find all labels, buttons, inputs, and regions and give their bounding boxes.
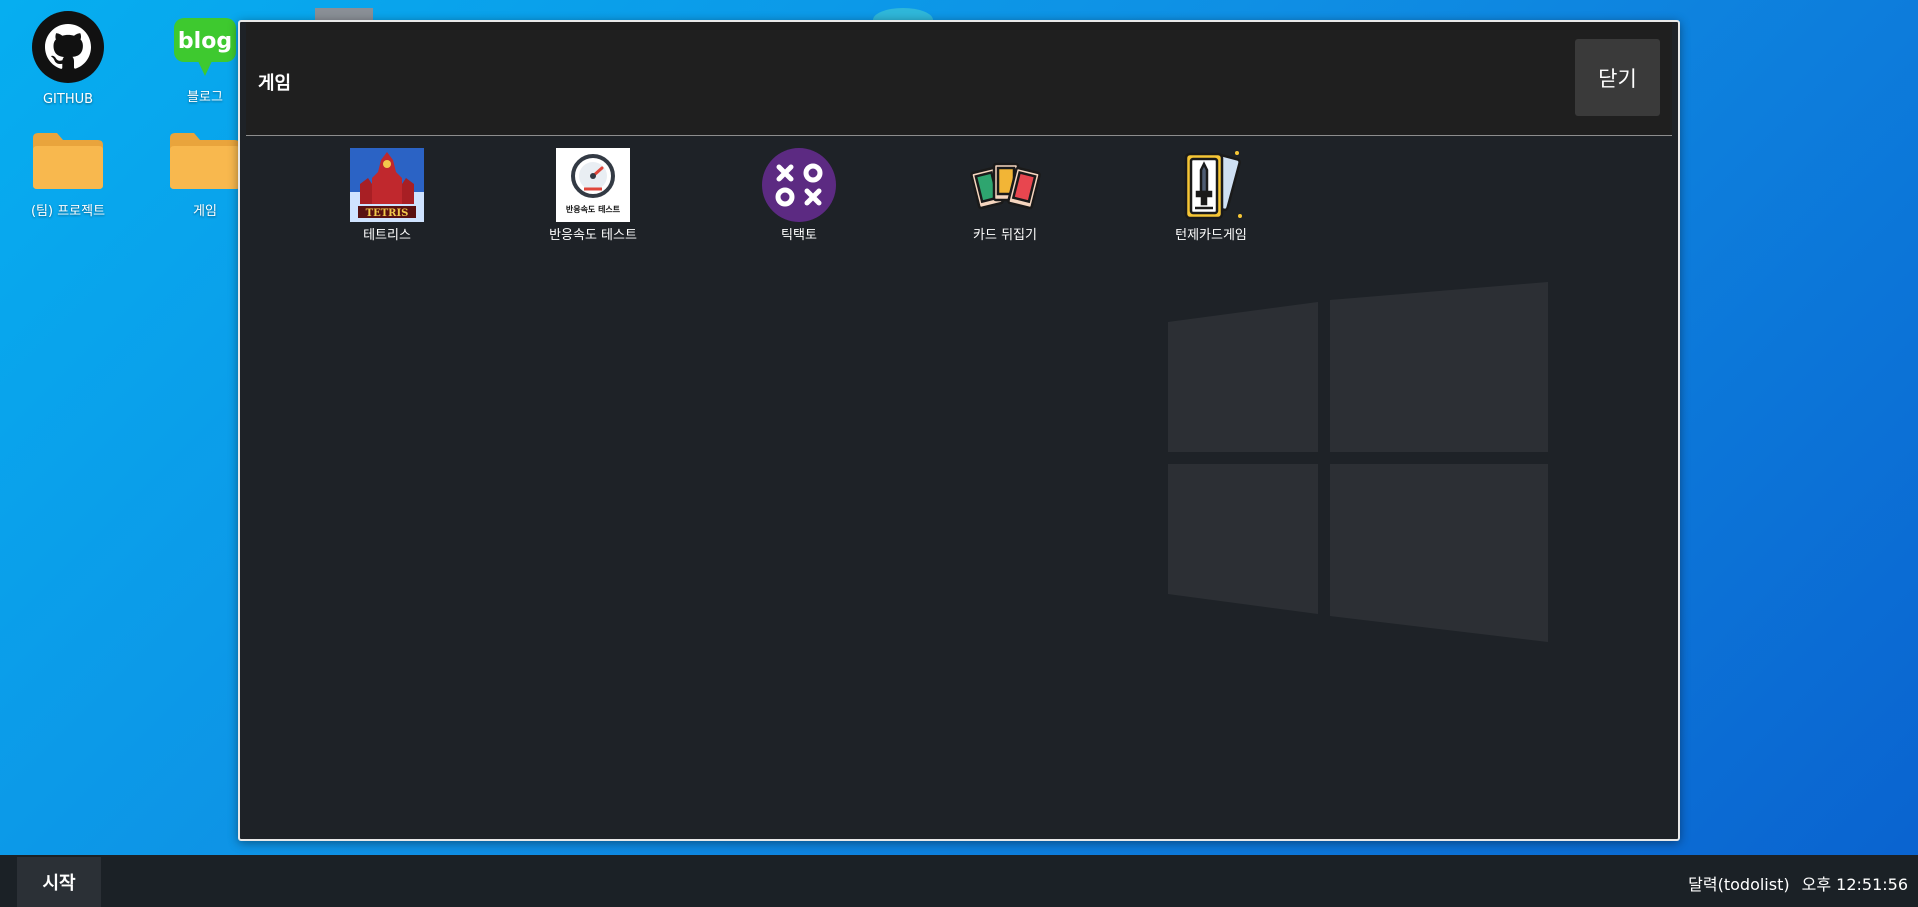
clock: 오후 12:51:56 [1801, 875, 1908, 894]
github-icon [31, 10, 105, 88]
desktop-icon-team-project[interactable]: (팀) 프로젝트 [14, 130, 122, 219]
app-reaction-test[interactable]: 반응속도 테스트 반응속도 테스트 [490, 148, 696, 243]
taskbar: 시작 달력(todolist) 오후 12:51:56 [0, 855, 1918, 907]
window-header: 게임 닫기 [246, 22, 1672, 136]
folder-icon [168, 130, 242, 196]
tetris-icon: TETRIS [350, 148, 424, 222]
desktop-icon-github[interactable]: GITHUB [14, 10, 122, 107]
desktop-icon-label: 게임 [193, 204, 217, 219]
tictactoe-icon [762, 148, 836, 222]
window-title: 게임 [258, 73, 292, 94]
close-button[interactable]: 닫기 [1575, 39, 1660, 116]
sword-card-icon [1174, 148, 1248, 222]
blog-icon: blog [172, 16, 238, 82]
app-label: 카드 뒤집기 [973, 228, 1037, 243]
desktop-icon-label: 블로그 [187, 90, 223, 105]
app-tetris[interactable]: TETRIS 테트리스 [284, 148, 490, 243]
cards-icon [968, 148, 1042, 222]
app-card-flip[interactable]: 카드 뒤집기 [902, 148, 1108, 243]
svg-text:blog: blog [178, 29, 232, 54]
game-window: 게임 닫기 TETRIS 테트리스 반응속도 테스트 반응속도 테스트 틱택토 … [238, 20, 1680, 841]
app-label: 턴제카드게임 [1175, 228, 1247, 243]
app-list: TETRIS 테트리스 반응속도 테스트 반응속도 테스트 틱택토 카드 뒤집기… [240, 136, 1678, 243]
start-button[interactable]: 시작 [17, 857, 101, 907]
app-tictactoe[interactable]: 틱택토 [696, 148, 902, 243]
desktop-icon-label: GITHUB [42, 92, 94, 107]
windows-logo-watermark [1168, 282, 1548, 646]
calendar-todolist-button[interactable]: 달력(todolist) [1688, 871, 1789, 895]
speedometer-icon: 반응속도 테스트 [556, 148, 630, 222]
svg-text:반응속도 테스트: 반응속도 테스트 [566, 204, 621, 214]
app-label: 틱택토 [781, 228, 817, 243]
system-tray: 달력(todolist) 오후 12:51:56 [1688, 871, 1908, 895]
app-label: 반응속도 테스트 [549, 228, 637, 243]
app-label: 테트리스 [363, 228, 411, 243]
desktop-icon-label: (팀) 프로젝트 [30, 204, 106, 219]
svg-text:TETRIS: TETRIS [366, 208, 409, 219]
folder-icon [31, 130, 105, 196]
app-turn-card-game[interactable]: 턴제카드게임 [1108, 148, 1314, 243]
